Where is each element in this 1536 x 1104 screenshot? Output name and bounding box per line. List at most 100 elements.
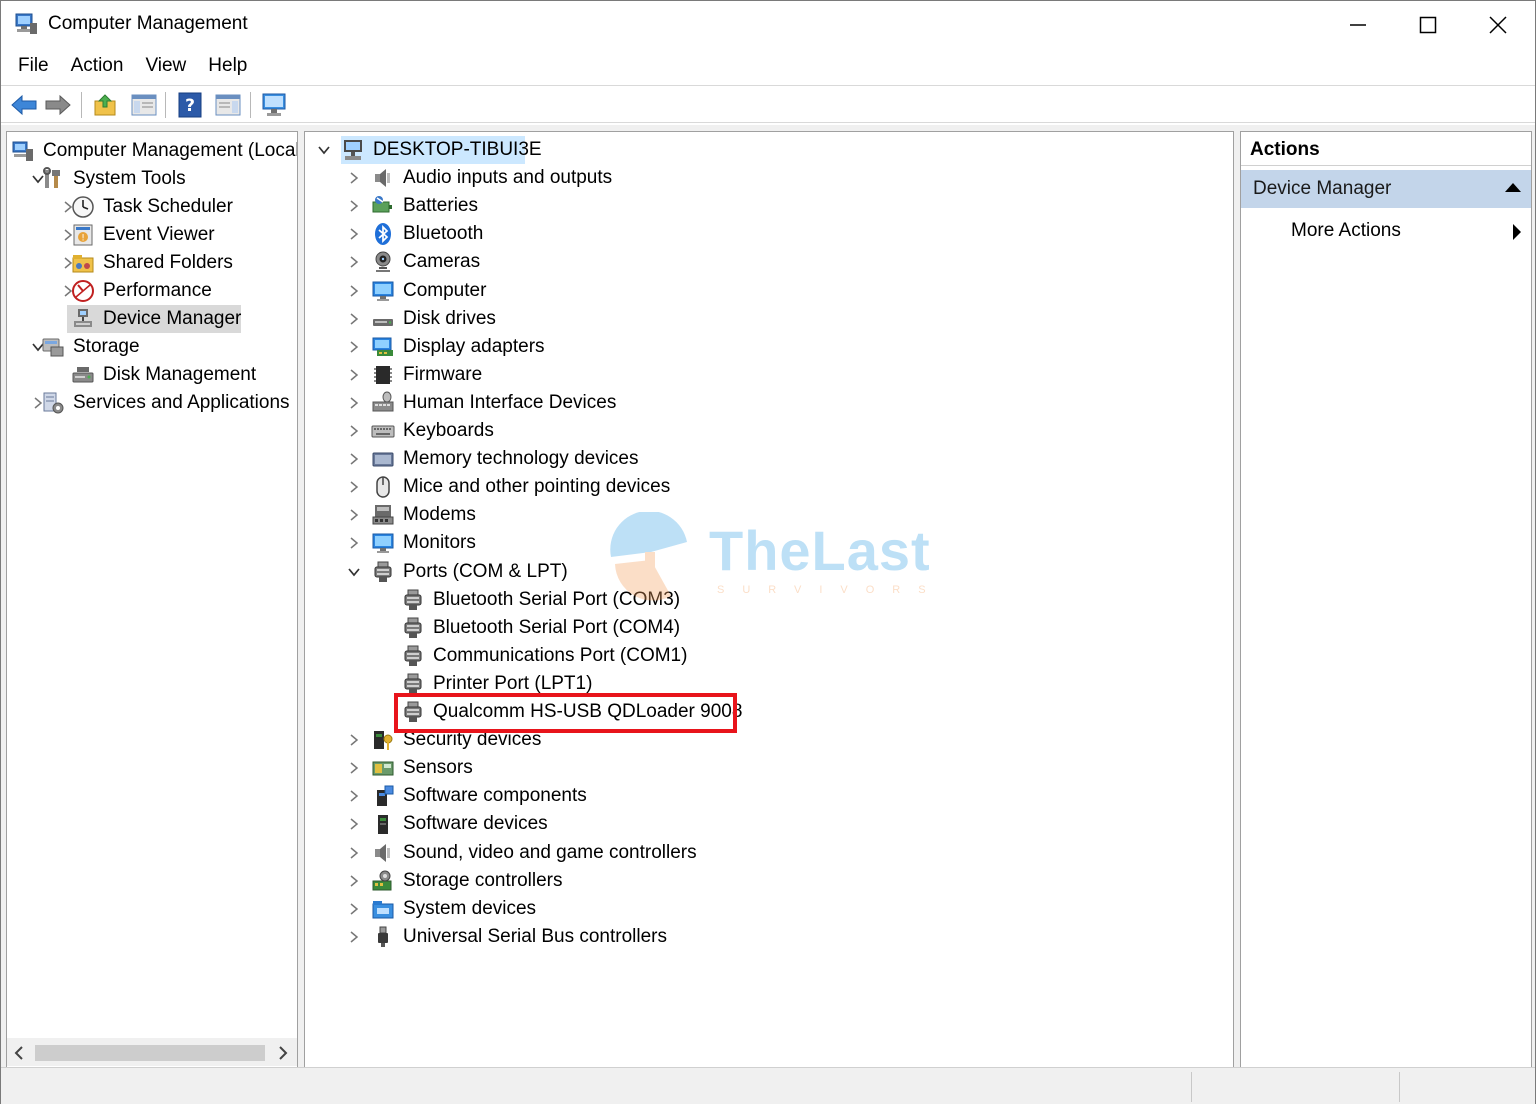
chevron-right-icon[interactable]: [347, 874, 361, 888]
chevron-right-icon[interactable]: [347, 930, 361, 944]
console-tree-item[interactable]: Performance: [7, 277, 297, 305]
chevron-right-icon[interactable]: [347, 508, 361, 522]
storage-icon: [41, 335, 65, 359]
console-tree-item[interactable]: Shared Folders: [7, 249, 297, 277]
device-category[interactable]: Software components: [305, 782, 1205, 810]
scroll-left-icon[interactable]: [13, 1046, 25, 1060]
device-category[interactable]: Firmware: [305, 361, 1205, 389]
console-tree-item[interactable]: Services and Applications: [7, 389, 297, 417]
device-category[interactable]: Human Interface Devices: [305, 389, 1205, 417]
chevron-right-icon[interactable]: [347, 536, 361, 550]
chevron-right-icon[interactable]: [347, 480, 361, 494]
toolbar: ?: [1, 85, 1535, 123]
chevron-right-icon[interactable]: [347, 761, 361, 775]
show-hide-action-pane-button[interactable]: [213, 90, 243, 120]
maximize-button[interactable]: [1393, 1, 1463, 49]
horizontal-scrollbar[interactable]: [7, 1038, 297, 1066]
console-tree-item[interactable]: System Tools: [7, 165, 297, 193]
chevron-down-icon[interactable]: [317, 143, 331, 157]
device-category-label: Universal Serial Bus controllers: [403, 925, 667, 947]
scan-hardware-button[interactable]: [260, 90, 290, 120]
menu-help[interactable]: Help: [197, 51, 258, 81]
console-tree-item[interactable]: Disk Management: [7, 361, 297, 389]
device-item[interactable]: Bluetooth Serial Port (COM3): [305, 586, 1205, 614]
device-category-label: Keyboards: [403, 420, 494, 441]
minimize-icon: [1350, 24, 1366, 26]
device-category[interactable]: Ports (COM & LPT): [305, 558, 1205, 586]
chevron-down-icon[interactable]: [347, 565, 361, 579]
chevron-right-icon[interactable]: [347, 846, 361, 860]
forward-arrow-icon: [45, 94, 71, 116]
device-category[interactable]: Sensors: [305, 754, 1205, 782]
port-icon: [371, 560, 395, 584]
chevron-right-icon[interactable]: [347, 227, 361, 241]
sensor-icon: [371, 756, 395, 780]
chevron-right-icon[interactable]: [347, 817, 361, 831]
back-button[interactable]: [9, 90, 39, 120]
chevron-right-icon[interactable]: [347, 424, 361, 438]
device-category[interactable]: Memory technology devices: [305, 445, 1205, 473]
console-tree-item[interactable]: Computer Management (Local: [7, 137, 297, 165]
console-tree-item-label: Device Manager: [103, 308, 242, 329]
device-category[interactable]: Storage controllers: [305, 867, 1205, 895]
device-category[interactable]: Keyboards: [305, 417, 1205, 445]
device-item[interactable]: Bluetooth Serial Port (COM4): [305, 614, 1205, 642]
speaker-icon: [371, 841, 395, 865]
system-folder-icon: [371, 897, 395, 921]
device-item-label: Bluetooth Serial Port (COM4): [433, 616, 681, 638]
device-category[interactable]: Universal Serial Bus controllers: [305, 923, 1205, 951]
more-actions-item[interactable]: More Actions: [1291, 214, 1401, 248]
close-button[interactable]: [1463, 1, 1533, 49]
help-button[interactable]: ?: [175, 90, 205, 120]
tools-icon: [41, 167, 65, 191]
speaker-icon: [371, 166, 395, 190]
console-tree-item[interactable]: ! Event Viewer: [7, 221, 297, 249]
services-icon: [41, 391, 65, 415]
chevron-right-icon[interactable]: [347, 452, 361, 466]
actions-section-device-manager[interactable]: Device Manager: [1241, 170, 1531, 208]
device-category[interactable]: Bluetooth: [305, 220, 1205, 248]
device-category[interactable]: Monitors: [305, 529, 1205, 557]
console-tree-item[interactable]: Task Scheduler: [7, 193, 297, 221]
chevron-right-icon[interactable]: [347, 733, 361, 747]
menu-action[interactable]: Action: [60, 51, 135, 81]
chevron-right-icon[interactable]: [347, 396, 361, 410]
scroll-right-icon[interactable]: [277, 1046, 289, 1060]
device-tree-root[interactable]: DESKTOP-TIBUI3E: [305, 136, 1205, 164]
chevron-right-icon[interactable]: [347, 789, 361, 803]
forward-button[interactable]: [43, 90, 73, 120]
device-category[interactable]: Cameras: [305, 248, 1205, 276]
device-category[interactable]: Computer: [305, 277, 1205, 305]
chevron-right-icon[interactable]: [347, 171, 361, 185]
menu-file[interactable]: File: [7, 51, 60, 81]
device-category-label: Software devices: [403, 813, 548, 835]
chevron-right-icon[interactable]: [347, 312, 361, 326]
device-category[interactable]: Sound, video and game controllers: [305, 839, 1205, 867]
scrollbar-thumb[interactable]: [35, 1045, 265, 1061]
minimize-button[interactable]: [1323, 1, 1393, 49]
show-hide-console-tree-button[interactable]: [129, 90, 159, 120]
up-level-button[interactable]: [91, 90, 121, 120]
device-category[interactable]: Audio inputs and outputs: [305, 164, 1205, 192]
device-category[interactable]: Modems: [305, 501, 1205, 529]
device-category[interactable]: Mice and other pointing devices: [305, 473, 1205, 501]
device-category[interactable]: Software devices: [305, 810, 1205, 838]
device-category[interactable]: Batteries: [305, 192, 1205, 220]
computer-management-icon: [11, 139, 35, 163]
console-tree-item-label: Storage: [73, 336, 140, 357]
device-category[interactable]: Display adapters: [305, 333, 1205, 361]
chevron-right-icon[interactable]: [347, 284, 361, 298]
console-tree-item[interactable]: Device Manager: [7, 305, 297, 333]
chevron-right-icon[interactable]: [347, 199, 361, 213]
chevron-right-icon[interactable]: [347, 368, 361, 382]
console-tree-item[interactable]: Storage: [7, 333, 297, 361]
chevron-right-icon[interactable]: [347, 255, 361, 269]
chevron-right-icon[interactable]: [347, 902, 361, 916]
device-category[interactable]: System devices: [305, 895, 1205, 923]
device-item[interactable]: Communications Port (COM1): [305, 642, 1205, 670]
console-tree-item-label: Event Viewer: [103, 224, 215, 245]
chevron-right-icon[interactable]: [347, 340, 361, 354]
collapse-up-icon[interactable]: [1505, 183, 1521, 192]
menu-view[interactable]: View: [134, 51, 197, 81]
device-category[interactable]: Disk drives: [305, 305, 1205, 333]
